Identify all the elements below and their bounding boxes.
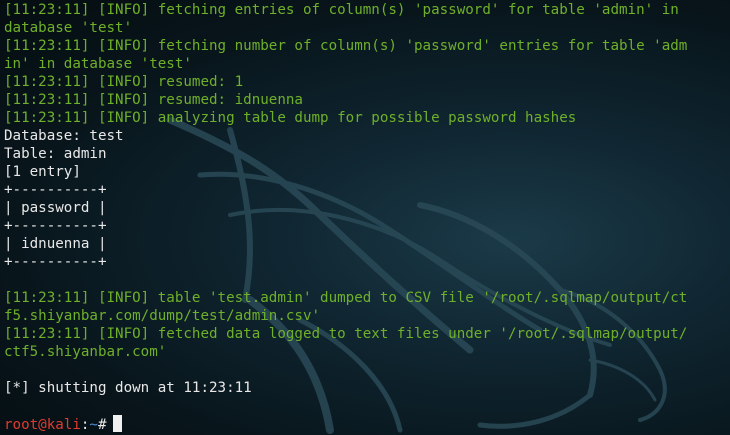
prompt-path: ~ [89,417,98,433]
log-line: [11:23:11] [INFO] fetched data logged to… [4,326,688,342]
output-line: Database: test [4,128,124,144]
log-line: f5.shiyanbar.com/dump/test/admin.csv' [4,308,321,324]
output-line: | idnuenna | [4,236,107,252]
output-line: +----------+ [4,218,107,234]
log-line: database 'test' [4,20,133,36]
output-line: | password | [4,200,107,216]
log-line: [11:23:11] [INFO] table 'test.admin' dum… [4,290,688,306]
output-line: +----------+ [4,254,107,270]
log-line: [11:23:11] [INFO] resumed: 1 [4,74,244,90]
log-line: ctf5.shiyanbar.com' [4,344,167,360]
output-line: [*] shutting down at 11:23:11 [4,380,252,396]
text-cursor [112,415,122,432]
prompt-symbol: # [97,417,107,433]
terminal-window[interactable]: [11:23:11] [INFO] fetching entries of co… [4,1,730,435]
output-line: [1 entry] [4,164,81,180]
log-line: [11:23:11] [INFO] resumed: idnuenna [4,92,303,108]
log-line: [11:23:11] [INFO] fetching number of col… [4,38,688,54]
log-line: in' in database 'test' [4,56,192,72]
output-line: Table: admin [4,146,107,162]
prompt-user-host: root@kali [4,417,81,433]
output-line: +----------+ [4,182,107,198]
shell-prompt[interactable]: root@kali:~# [4,415,730,433]
log-line: [11:23:11] [INFO] analyzing table dump f… [4,110,577,126]
log-line: [11:23:11] [INFO] fetching entries of co… [4,2,679,18]
